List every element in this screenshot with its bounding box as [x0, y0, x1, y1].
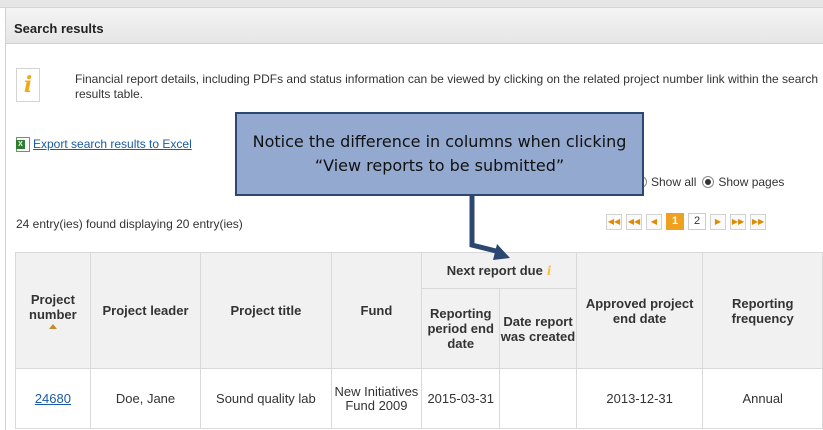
project-title-cell: Sound quality lab: [200, 368, 332, 429]
date-report-created-cell: [499, 368, 577, 429]
sort-ascending-icon: [48, 324, 57, 329]
top-strip: [0, 0, 823, 8]
show-all-label[interactable]: Show all: [651, 175, 696, 189]
page-1[interactable]: 1: [666, 213, 684, 230]
page-2[interactable]: 2: [688, 213, 706, 230]
project-leader-cell: Doe, Jane: [89, 368, 202, 429]
approved-end-date-cell: 2013-12-31: [575, 368, 704, 429]
first-page-icon[interactable]: ◀◀: [606, 213, 622, 230]
panel-title: Search results: [6, 8, 823, 44]
excel-icon[interactable]: X: [16, 137, 30, 152]
view-options: Show all Show pages: [635, 175, 790, 189]
project-number-cell[interactable]: 24680: [15, 368, 91, 429]
info-text: Financial report details, including PDFs…: [75, 72, 819, 101]
results-count: 24 entry(ies) found displaying 20 entry(…: [16, 217, 243, 231]
reporting-period-end-cell: 2015-03-31: [421, 368, 501, 429]
show-pages-label[interactable]: Show pages: [718, 175, 784, 189]
col-group-next-report-due: Next report due i: [421, 252, 577, 289]
next-page-icon[interactable]: ▶: [710, 213, 726, 230]
annotation-callout: Notice the difference in columns when cl…: [235, 112, 644, 196]
reporting-frequency-cell: Annual: [702, 368, 823, 429]
col-project-leader[interactable]: Project leader: [89, 252, 202, 369]
project-number-link[interactable]: 24680: [35, 391, 71, 406]
col-reporting-period-end[interactable]: Reporting period end date: [421, 288, 501, 369]
previous-block-icon[interactable]: ◀◀: [626, 213, 642, 230]
col-approved-end-date[interactable]: Approved project end date: [575, 252, 704, 369]
export-excel-link[interactable]: Export search results to Excel: [33, 137, 192, 151]
callout-text: Notice the difference in columns when cl…: [252, 132, 627, 175]
next-report-due-label: Next report due: [446, 262, 543, 278]
info-icon[interactable]: i: [547, 264, 552, 279]
col-project-title[interactable]: Project title: [200, 252, 332, 369]
col-project-number[interactable]: Project number: [15, 252, 91, 369]
previous-page-icon[interactable]: ◀: [646, 213, 662, 230]
pager: ◀◀ ◀◀ ◀ 1 2 ▶ ▶▶ ▶▶: [606, 213, 770, 230]
results-table: Project number Project leader Project ti…: [15, 252, 823, 429]
show-pages-radio[interactable]: [702, 176, 715, 188]
col-fund[interactable]: Fund: [330, 252, 423, 369]
info-icon: i: [16, 68, 40, 102]
fund-cell: New Initiatives Fund 2009: [330, 368, 423, 429]
col-project-number-label[interactable]: Project number: [29, 292, 77, 322]
table-row: 24680 Doe, Jane Sound quality lab New In…: [15, 368, 823, 429]
last-page-icon[interactable]: ▶▶: [750, 213, 766, 230]
col-date-report-created[interactable]: Date report was created: [499, 288, 577, 369]
col-reporting-frequency[interactable]: Reporting frequency: [702, 252, 823, 369]
next-block-icon[interactable]: ▶▶: [730, 213, 746, 230]
